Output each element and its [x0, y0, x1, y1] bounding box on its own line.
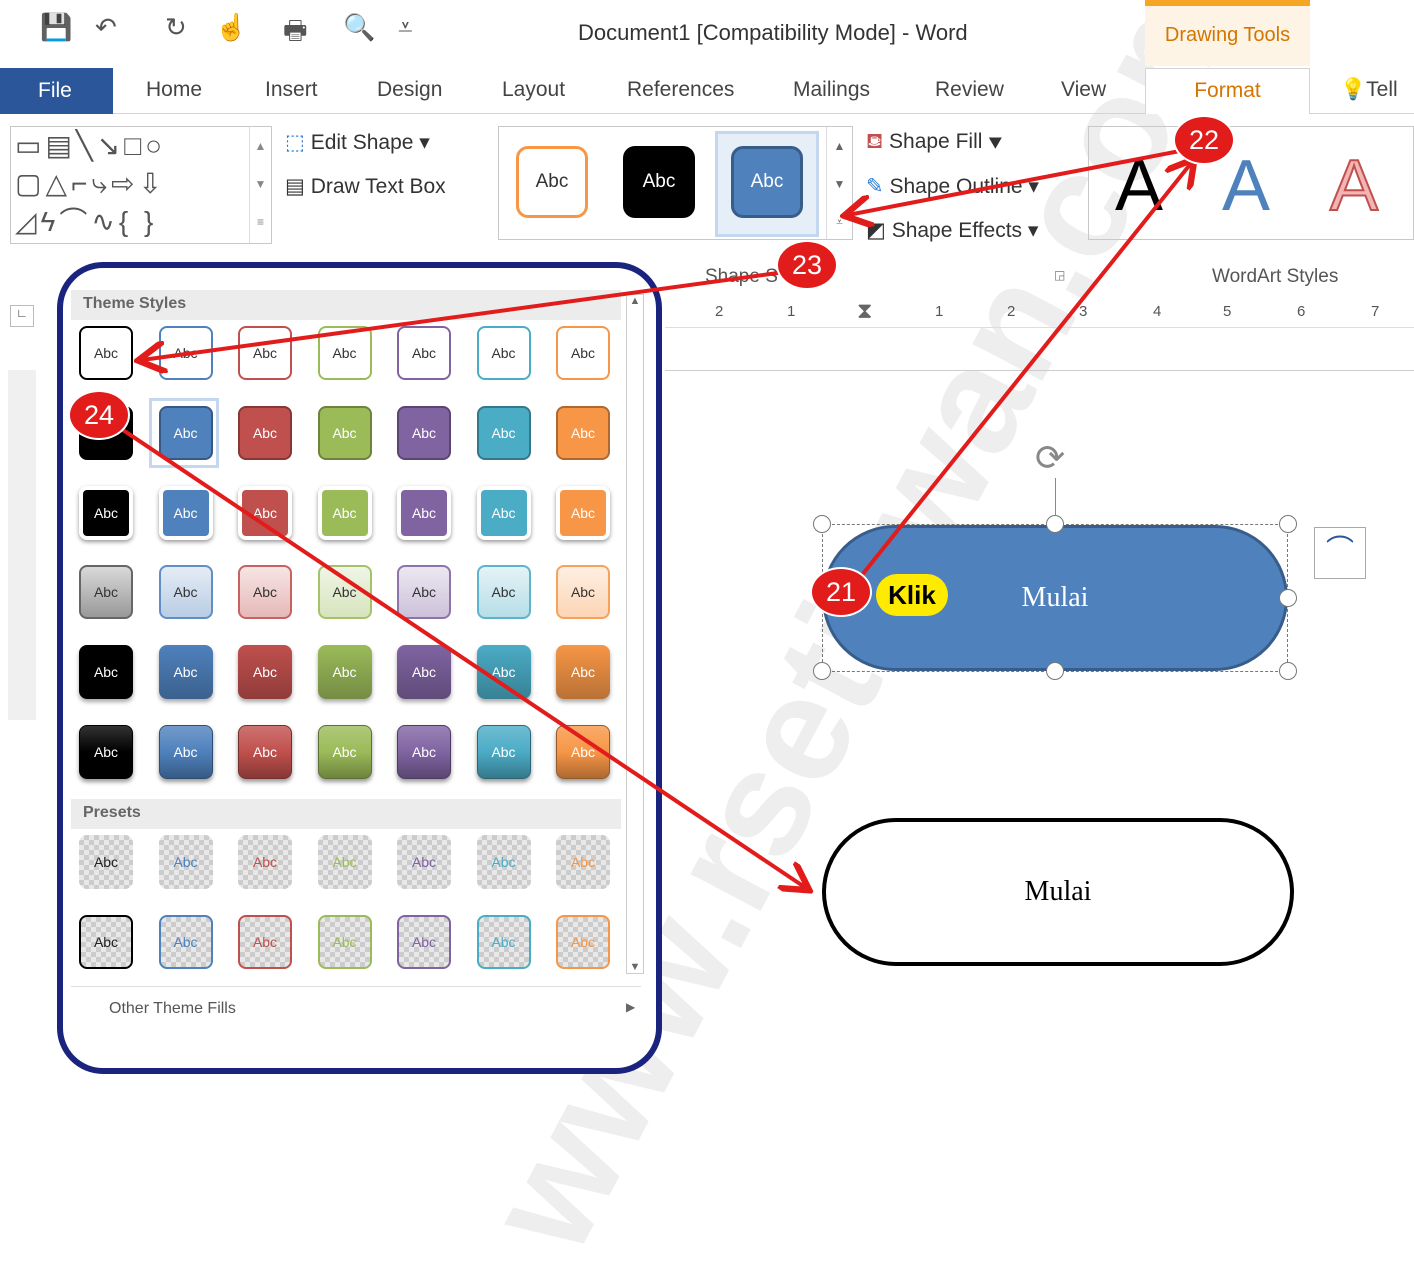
- arrow-22: [848, 148, 1186, 215]
- arrow-21: [848, 162, 1192, 592]
- step-badge-21: 21: [810, 567, 872, 617]
- step-badge-24: 24: [68, 390, 130, 440]
- step-badge-22: 22: [1173, 115, 1235, 165]
- arrow-24: [118, 426, 806, 888]
- arrow-23: [142, 270, 786, 360]
- step-badge-23: 23: [776, 240, 838, 290]
- klik-label: Klik: [876, 574, 948, 616]
